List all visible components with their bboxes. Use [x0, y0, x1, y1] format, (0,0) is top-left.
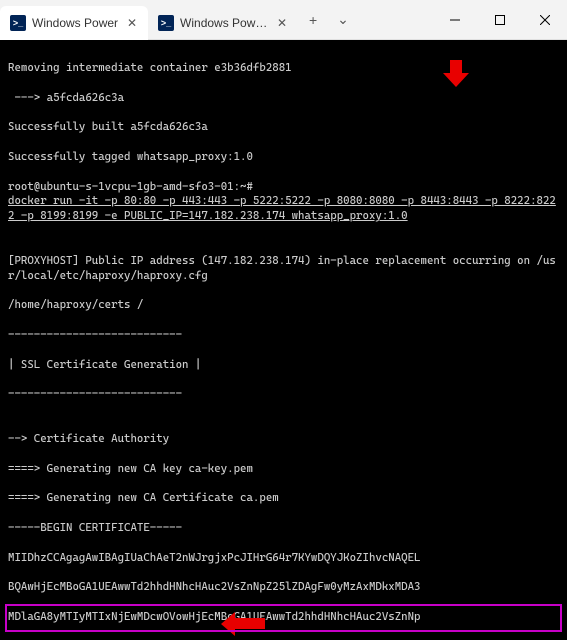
terminal-line: /home/haproxy/certs /: [8, 298, 559, 313]
tab-powershell-2[interactable]: >_ Windows PowerS ✕: [148, 6, 298, 40]
tab-dropdown-button[interactable]: ⌄: [328, 5, 358, 35]
docker-command: docker run -it -p 80:80 -p 443:443 -p 52…: [8, 194, 559, 224]
terminal-line: -----BEGIN CERTIFICATE-----: [8, 521, 559, 536]
maximize-icon: [495, 15, 505, 25]
tab-powershell-1[interactable]: >_ Windows Power ✕: [0, 6, 148, 40]
terminal-output[interactable]: Removing intermediate container e3b36dfb…: [0, 40, 567, 640]
terminal-line: Successfully tagged whatsapp_proxy:1.0: [8, 150, 559, 165]
terminal-line: BQAwHjEcMBoGA1UEAwwTd2hhdHNhcHAuc2VsZnNp…: [8, 580, 559, 595]
terminal-line: [PROXYHOST] Public IP address (147.182.2…: [8, 254, 559, 284]
titlebar: >_ Windows Power ✕ >_ Windows PowerS ✕ +…: [0, 0, 567, 40]
tab-close-icon[interactable]: ✕: [274, 15, 290, 31]
terminal-line: Removing intermediate container e3b36dfb…: [8, 61, 559, 76]
terminal-line: MDlaGA8yMTIyMTIxNjEwMDcwOVowHjEcMBoGA1UE…: [8, 610, 559, 625]
close-window-button[interactable]: [522, 0, 567, 39]
terminal-line: ---> a5fcda626c3a: [8, 91, 559, 106]
shell-prompt: root@ubuntu-s-1vcpu-1gb-amd-sfo3-01:~#: [8, 180, 559, 195]
terminal-line: MIIDhzCCAgagAwIBAgIUaChAeT2nWJrgjxPcJIHr…: [8, 551, 559, 566]
maximize-button[interactable]: [477, 0, 522, 39]
terminal-line: ====> Generating new CA key ca-key.pem: [8, 462, 559, 477]
tab-close-icon[interactable]: ✕: [124, 15, 140, 31]
terminal-line: --> Certificate Authority: [8, 432, 559, 447]
powershell-icon: >_: [158, 15, 174, 31]
new-tab-button[interactable]: +: [298, 5, 328, 35]
minimize-icon: [450, 15, 460, 25]
tabs-container: >_ Windows Power ✕ >_ Windows PowerS ✕ +…: [0, 0, 432, 39]
powershell-icon: >_: [10, 15, 26, 31]
terminal-line: | SSL Certificate Generation |: [8, 358, 559, 373]
tab-label: Windows Power: [32, 16, 118, 30]
terminal-line: ---------------------------: [8, 387, 559, 402]
close-icon: [540, 15, 550, 25]
tab-label: Windows PowerS: [180, 16, 268, 30]
minimize-button[interactable]: [432, 0, 477, 39]
terminal-line: Successfully built a5fcda626c3a: [8, 120, 559, 135]
terminal-line: ---------------------------: [8, 328, 559, 343]
window-controls: [432, 0, 567, 39]
terminal-line: ====> Generating new CA Certificate ca.p…: [8, 491, 559, 506]
